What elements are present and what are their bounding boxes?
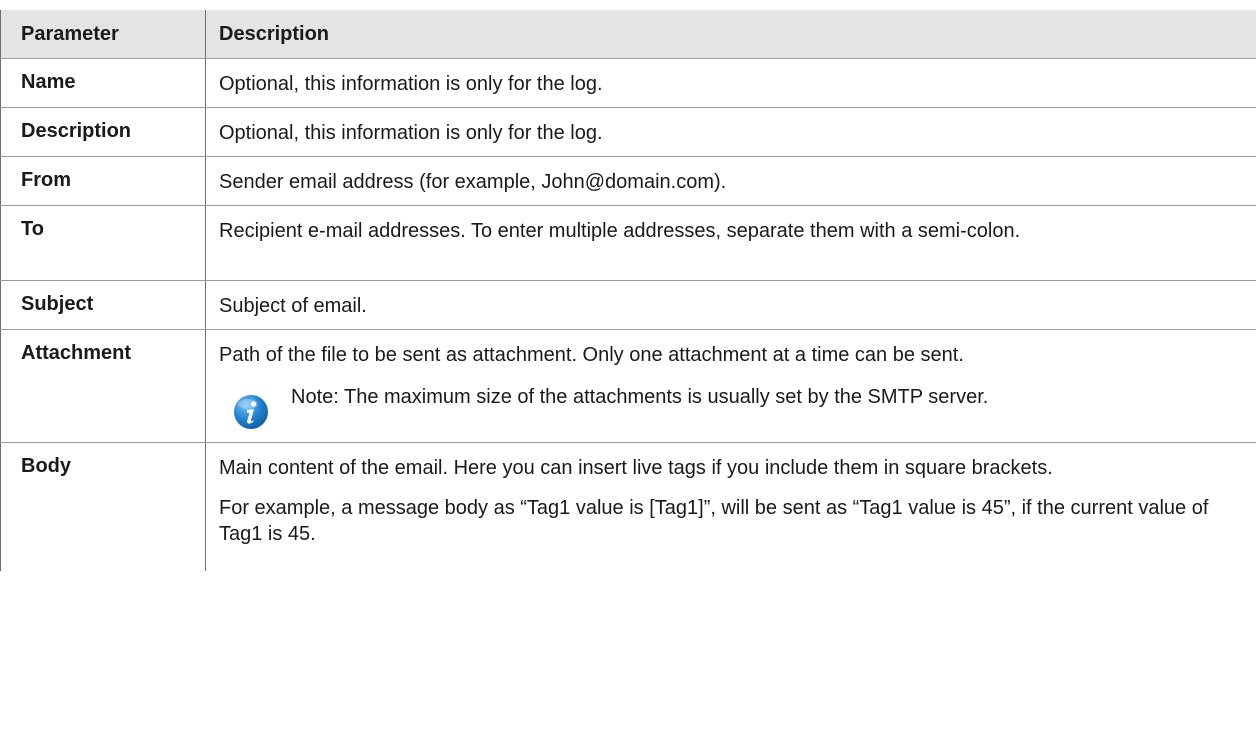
table-row: Description Optional, this information i… [0,107,1256,157]
header-description: Description [205,10,1256,59]
table-row: To Recipient e-mail addresses. To enter … [0,205,1256,281]
header-parameter: Parameter [0,10,206,59]
table-row: Name Optional, this information is only … [0,58,1256,108]
param-description: Subject of email. [205,280,1256,330]
table-row: From Sender email address (for example, … [0,156,1256,206]
table-row: Attachment Path of the file to be sent a… [0,329,1256,443]
param-name: Subject [0,280,206,330]
param-description: Path of the file to be sent as attachmen… [205,329,1256,443]
param-description: Optional, this information is only for t… [205,58,1256,108]
param-name: To [0,205,206,281]
table-header-row: Parameter Description [0,10,1256,59]
table-row: Subject Subject of email. [0,280,1256,330]
param-description-example: For example, a message body as “Tag1 val… [219,497,1209,545]
param-name: Body [0,442,206,571]
info-icon [234,395,268,429]
param-name: Name [0,58,206,108]
param-description: Optional, this information is only for t… [205,107,1256,157]
param-name: Description [0,107,206,157]
param-description: Sender email address (for example, John@… [205,156,1256,206]
param-name: Attachment [0,329,206,443]
param-description: Recipient e-mail addresses. To enter mul… [205,205,1256,281]
parameters-table: Parameter Description Name Optional, thi… [0,10,1256,571]
table-row: Body Main content of the email. Here you… [0,442,1256,571]
note-text: Note: The maximum size of the attachment… [291,386,989,408]
note-box: Note: The maximum size of the attachment… [219,384,1256,430]
param-description: Main content of the email. Here you can … [206,443,1256,571]
param-name: From [0,156,206,206]
document-page: Parameter Description Name Optional, thi… [0,0,1256,735]
